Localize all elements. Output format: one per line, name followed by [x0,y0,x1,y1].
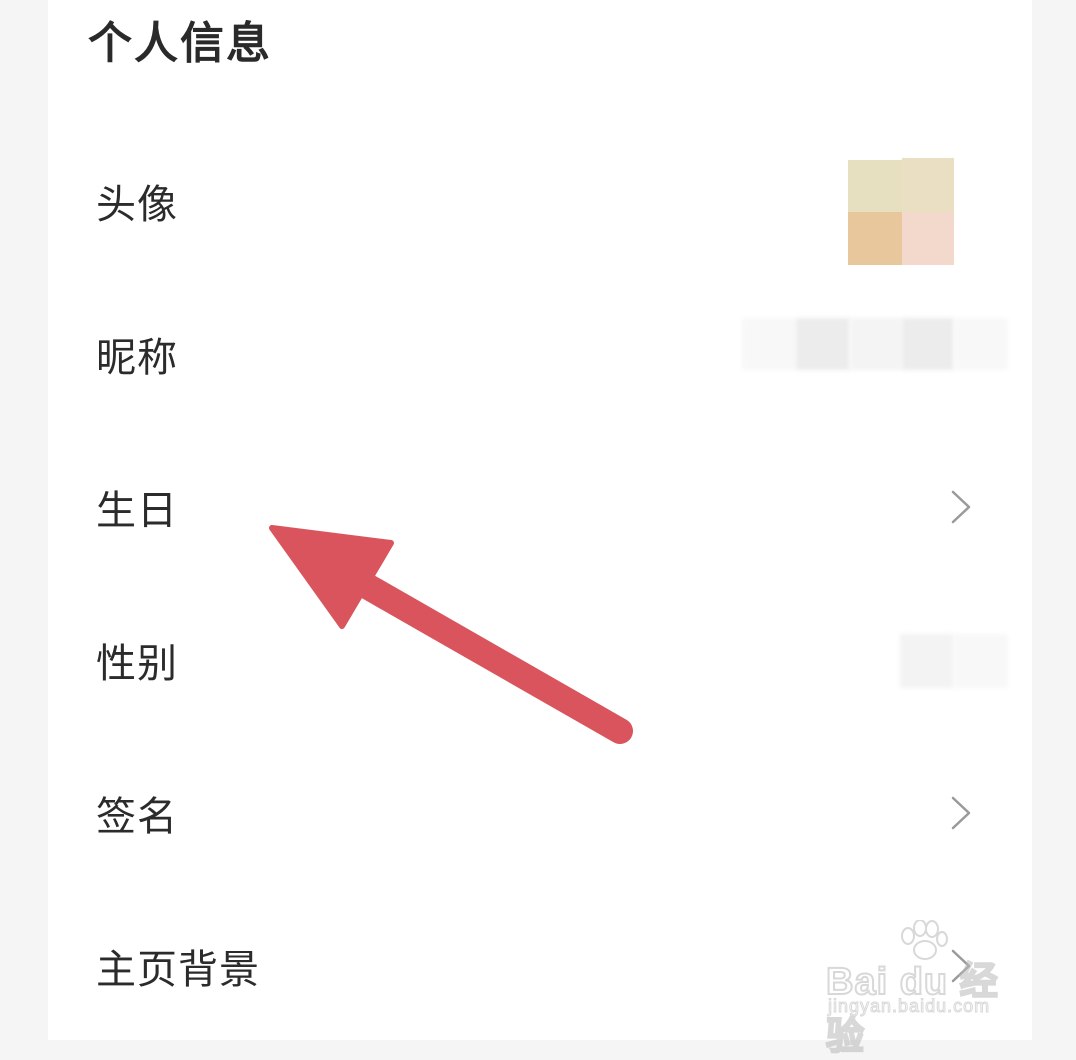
page-title: 个人信息 [88,18,272,69]
chevron-right-icon [951,490,971,523]
chevron-right-icon [951,796,971,829]
row-gender[interactable]: 性别 [48,583,1032,736]
row-label-gender: 性别 [96,640,178,687]
row-label-homepage-background: 主页背景 [96,946,260,993]
avatar-pixel [902,212,954,265]
row-signature[interactable]: 签名 [48,736,1032,889]
row-label-avatar: 头像 [96,181,178,228]
row-label-birthday: 生日 [96,487,178,534]
baidu-jingyan-watermark: Bai du 经验 jingyan.baidu.com [820,920,1030,1059]
avatar-pixel [848,160,902,212]
avatar[interactable] [800,152,958,270]
avatar-pixel [902,158,954,212]
avatar-pixel [848,212,902,265]
row-birthday[interactable]: 生日 [48,430,1032,583]
row-label-nickname: 昵称 [96,334,178,381]
watermark-url: jingyan.baidu.com [827,996,991,1017]
row-label-signature: 签名 [96,793,178,840]
